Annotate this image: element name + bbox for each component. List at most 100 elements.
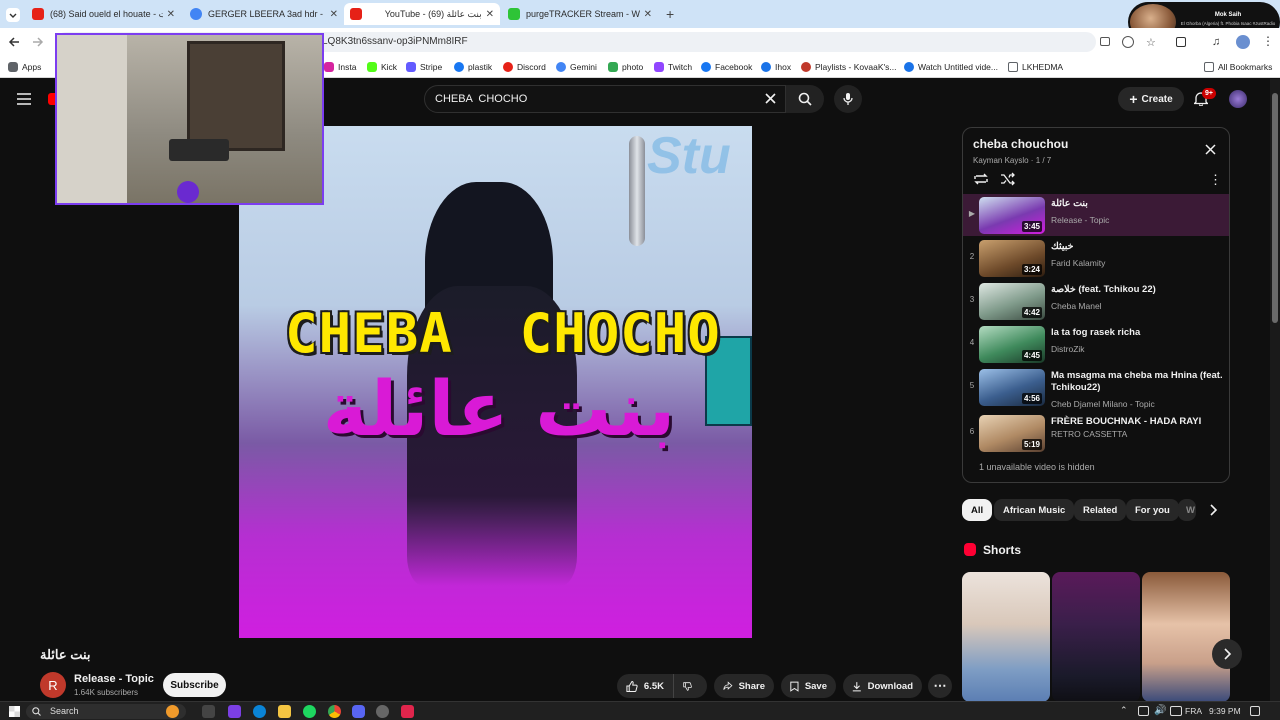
windows-start-icon[interactable] [9,706,20,717]
folder-icon [1204,62,1214,72]
playlist-title[interactable]: cheba chouchou [973,137,1068,151]
save-button[interactable]: Save [781,674,836,698]
short-thumbnail[interactable] [1142,572,1230,702]
playlist-item[interactable]: 6 5:19 FRÈRE BOUCHNAK - HADA RAYI RETRO … [963,412,1229,454]
app-icon[interactable] [401,705,414,718]
tab-close-icon[interactable]: ✕ [167,9,175,20]
network-icon[interactable] [1138,706,1149,716]
shuffle-icon[interactable] [1000,172,1015,186]
bookmark-insta[interactable]: Insta [324,60,356,74]
bookmark-label: photo [622,62,644,72]
app-icon[interactable] [228,705,241,718]
taskbar-search[interactable]: Search [26,704,186,719]
page-scrollbar[interactable] [1270,79,1280,701]
bookmark-plastik[interactable]: plastik [454,60,492,74]
more-actions-button[interactable]: ⋯ [928,674,952,698]
discord-icon[interactable] [352,705,365,718]
edge-icon[interactable] [253,705,266,718]
bookmark-all-bookmarks[interactable]: All Bookmarks [1204,60,1272,74]
tab-title: purgeTRACKER Stream - Watch [526,9,640,19]
chip-for-you[interactable]: For you [1126,499,1179,521]
bookmark-kick[interactable]: Kick [367,60,397,74]
chip-african-music[interactable]: African Music [994,499,1075,521]
forward-arrow-icon[interactable] [32,36,44,48]
clock-time[interactable]: 9:39 PM [1209,706,1241,716]
bookmark-facebook[interactable]: Facebook [701,60,752,74]
chrome-icon[interactable] [328,705,341,718]
tab-close-icon[interactable]: ✕ [644,9,652,20]
shorts-next-button[interactable] [1212,639,1242,669]
photos-icon [608,62,618,72]
playlist-item[interactable]: 2 3:24 خبيثك Farid Kalamity [963,237,1229,279]
loop-icon[interactable] [973,172,989,186]
create-label: Create [1141,93,1173,105]
dislike-button[interactable] [673,674,707,698]
playlist-item[interactable]: 5 4:56 Ma msagma ma cheba ma Hnina (feat… [963,366,1229,411]
create-button[interactable]: + Create [1118,87,1184,111]
bookmark-photo[interactable]: photo [608,60,643,74]
chip-related[interactable]: Related [1074,499,1127,521]
playlist-item[interactable]: 3 4:42 خلاصة (feat. Tchikou 22) Cheba Ma… [963,280,1229,322]
clear-search-icon[interactable] [765,93,776,104]
subscribe-button[interactable]: Subscribe [163,673,226,697]
playlist-item[interactable]: 4 4:45 la ta fog rasek richa DistroZik [963,323,1229,365]
battery-icon[interactable] [1170,706,1182,716]
bookmark-stripe[interactable]: Stripe [406,60,442,74]
file-explorer-icon[interactable] [278,705,291,718]
voice-search-button[interactable] [834,85,862,113]
search-input[interactable]: CHEBA CHOCHO [424,85,786,113]
extensions-icon[interactable] [1176,37,1186,47]
bookmark-discord[interactable]: Discord [503,60,546,74]
task-view-icon[interactable] [202,705,215,718]
tab-close-icon[interactable]: ✕ [486,9,494,20]
tab-search-button[interactable] [6,8,20,22]
bookmark-ihox[interactable]: Ihox [761,60,791,74]
back-arrow-icon[interactable] [8,36,20,48]
bookmark-playlists[interactable]: Playlists - KovaaK's... [801,60,896,74]
taskbar-search-label: Search [50,706,79,716]
close-playlist-icon[interactable] [1205,144,1216,155]
bookmark-label: Gemini [570,62,597,72]
bookmark-watch-untitled[interactable]: Watch Untitled vide... [904,60,998,74]
notifications-center-icon[interactable] [1250,706,1260,716]
hamburger-menu-icon[interactable] [17,93,31,105]
scrollbar-thumb[interactable] [1272,93,1278,323]
download-icon [852,681,861,691]
profile-icon[interactable] [1236,35,1250,49]
browser-tab-1[interactable]: (68) Said oueld el houate - بات ✕ [26,3,181,25]
short-thumbnail[interactable] [962,572,1050,702]
share-button[interactable]: Share [714,674,774,698]
cast-icon[interactable] [1100,37,1110,46]
short-thumbnail[interactable] [1052,572,1140,702]
keyboard-language[interactable]: FRA [1185,706,1202,716]
obs-icon[interactable] [376,705,389,718]
hide-icon[interactable] [1122,36,1134,48]
chip-all[interactable]: All [962,499,993,521]
bookmark-gemini[interactable]: Gemini [556,60,597,74]
bookmark-star-icon[interactable]: ☆ [1146,36,1156,49]
playlist-item[interactable]: ▶ 3:45 بنت عائلة Release - Topic [963,194,1229,236]
spotify-icon[interactable] [303,705,316,718]
bookmark-apps[interactable]: Apps [8,60,41,74]
channel-name[interactable]: Release - Topic [74,673,154,685]
search-button[interactable] [786,85,824,113]
browser-tab-4[interactable]: purgeTRACKER Stream - Watch ✕ [502,3,658,25]
tray-chevron-up-icon[interactable]: ⌃ [1120,705,1128,716]
new-tab-plus-icon[interactable]: + [666,6,674,22]
bookmark-lkhedma[interactable]: LKHEDMA [1008,60,1063,74]
account-avatar[interactable] [1229,90,1247,108]
chips-next-chevron-icon[interactable] [1208,503,1218,517]
browser-tab-3[interactable]: YouTube - (69) بنت عائلة ✕ [344,3,500,25]
browser-tab-2[interactable]: GERGER LBEERA 3ad hdr - Rech ✕ [184,3,344,25]
media-icon[interactable]: ♫ [1212,36,1220,48]
chip-truncated[interactable]: W [1178,499,1196,521]
menu-kebab-icon[interactable]: ⋮ [1262,34,1274,48]
webcam-laptop [169,139,229,161]
download-button[interactable]: Download [843,674,922,698]
tab-close-icon[interactable]: ✕ [330,9,338,20]
channel-avatar[interactable]: R [40,672,66,698]
playlist-menu-kebab-icon[interactable]: ⋮ [1209,172,1222,188]
like-button[interactable]: 6.5K [617,674,673,698]
volume-icon[interactable]: 🔊 [1154,705,1166,716]
bookmark-twitch[interactable]: Twitch [654,60,692,74]
